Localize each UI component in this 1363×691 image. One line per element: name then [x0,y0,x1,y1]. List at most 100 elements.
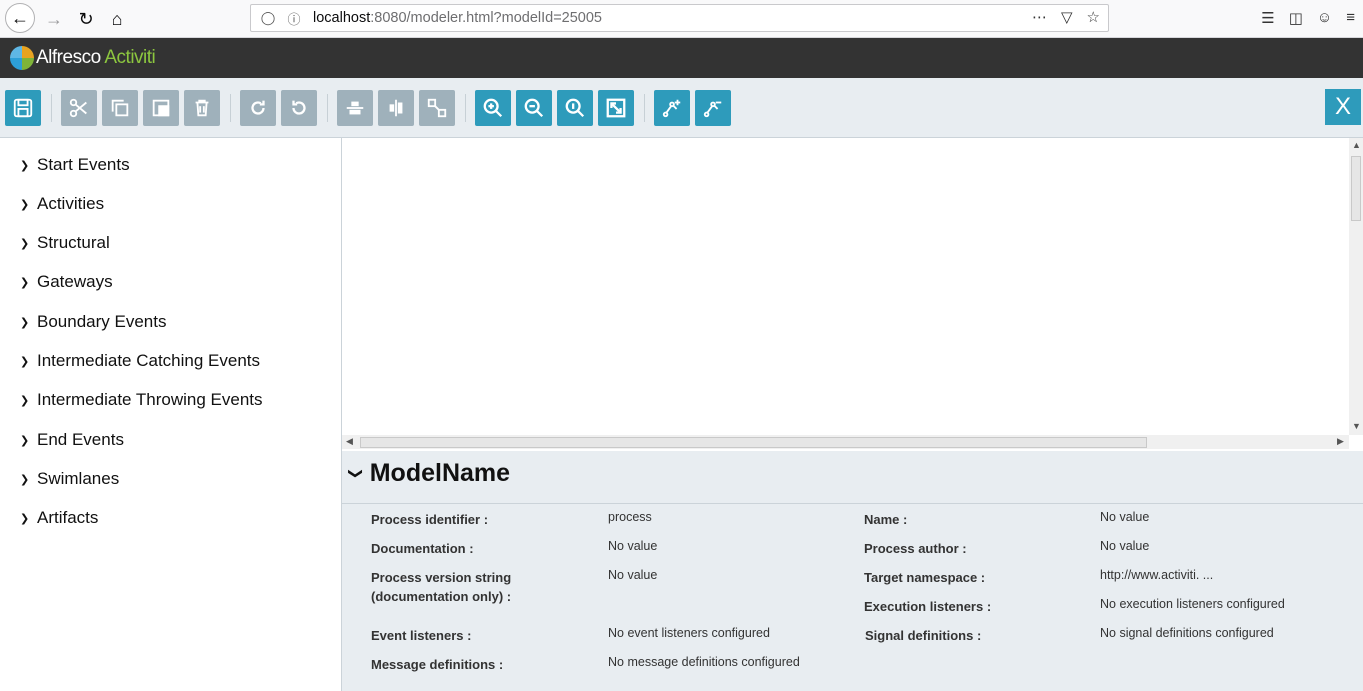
reload-icon[interactable]: ↻ [72,5,100,33]
message-definitions-label: Message definitions : [371,657,504,672]
undo-icon [292,100,306,115]
zoom-in-icon [483,98,503,118]
cut-button[interactable] [61,90,97,126]
align-horizontal-button[interactable] [337,90,373,126]
star-icon[interactable]: ☆ [1087,8,1100,26]
library-icon[interactable]: ☰ [1261,9,1274,27]
model-name: ModelName [369,459,511,487]
zoom-out-button[interactable] [516,90,552,126]
chevron-right-icon: ❯ [20,276,30,289]
bendpoint-add-icon [662,99,681,118]
property-panel-header[interactable]: ❯ ModelName [347,459,511,488]
account-icon[interactable]: ☺ [1317,9,1332,27]
url-bar[interactable]: ◯ ⓘ localhost:8080/modeler.html?modelId=… [250,4,1109,32]
name-label: Name : [864,512,908,527]
target-namespace-label: Target namespace : [864,570,986,585]
palette-group-end-events[interactable]: ❯ End Events [20,430,124,450]
app-header: Alfresco Activiti [0,38,1363,78]
zoom-actual-icon [565,98,585,118]
vertical-scroll-thumb[interactable] [1351,156,1361,221]
align-vertical-icon [389,99,403,117]
execution-listeners-value[interactable]: No execution listeners configured [1100,595,1285,614]
divider [342,503,1363,504]
editor-toolbar: X [0,78,1363,138]
palette-group-artifacts[interactable]: ❯ Artifacts [20,508,98,528]
browser-toolbar: ← → ↻ ⌂ ◯ ⓘ localhost:8080/modeler.html?… [0,0,1363,38]
remove-bendpoint-button[interactable] [695,90,731,126]
chevron-right-icon: ❯ [20,355,30,368]
process-version-value[interactable]: No value [608,566,657,585]
signal-definitions-value[interactable]: No signal definitions configured [1100,624,1274,643]
horizontal-scroll-thumb[interactable] [360,437,1147,448]
copy-button[interactable] [102,90,138,126]
zoom-in-button[interactable] [475,90,511,126]
chevron-right-icon: ❯ [20,198,30,211]
shape-palette: ❯ Start Events ❯ Activities ❯ Structural ❯ G… [0,138,342,691]
chevron-right-icon: ❯ [20,159,30,172]
palette-group-intermediate-catching-events[interactable]: ❯ Intermediate Catching Events [20,351,260,371]
process-author-value[interactable]: No value [1100,537,1149,556]
save-button[interactable] [5,90,41,126]
process-identifier-label: Process identifier : [371,512,489,527]
copy-icon [111,99,129,117]
zoom-out-icon [524,98,544,118]
event-listeners-value[interactable]: No event listeners configured [608,624,770,643]
event-listeners-label: Event listeners : [371,628,472,643]
message-definitions-value[interactable]: No message definitions configured [608,653,800,672]
horizontal-scrollbar[interactable]: ◀ ▶ [342,435,1349,449]
vertical-scrollbar[interactable]: ▲ ▼ [1349,138,1363,435]
scroll-down-icon[interactable]: ▼ [1352,421,1361,431]
scissors-icon [69,98,87,118]
palette-group-start-events[interactable]: ❯ Start Events [20,155,130,175]
property-panel: ❯ ModelName Process identifier : process… [342,451,1363,691]
palette-group-boundary-events[interactable]: ❯ Boundary Events [20,312,166,332]
delete-button[interactable] [184,90,220,126]
documentation-label: Documentation : [371,541,474,556]
palette-group-swimlanes[interactable]: ❯ Swimlanes [20,469,119,489]
menu-icon[interactable]: ≡ [1346,9,1355,27]
diagram-canvas[interactable]: ▲ ▼ ◀ ▶ [342,138,1363,451]
target-namespace-value[interactable]: http://www.activiti. ... [1100,566,1213,585]
logo-icon [10,46,34,70]
execution-listeners-label: Execution listeners : [864,599,992,614]
back-icon[interactable]: ← [5,3,35,33]
zoom-fit-icon [606,98,626,118]
chevron-right-icon: ❯ [20,394,30,407]
scroll-right-icon[interactable]: ▶ [1337,436,1344,447]
signal-definitions-label: Signal definitions : [865,628,982,643]
info-icon[interactable]: ⓘ [285,9,303,28]
palette-group-structural[interactable]: ❯ Structural [20,233,110,253]
paste-button[interactable] [143,90,179,126]
pocket-icon[interactable]: ▽ [1061,8,1073,26]
zoom-fit-button[interactable] [598,90,634,126]
home-icon[interactable]: ⌂ [103,5,131,33]
shield-icon[interactable]: ◯ [259,10,277,26]
process-author-label: Process author : [864,541,967,556]
zoom-actual-button[interactable] [557,90,593,126]
more-icon[interactable]: ⋯ [1032,8,1047,26]
palette-group-gateways[interactable]: ❯ Gateways [20,272,113,292]
scroll-left-icon[interactable]: ◀ [346,436,353,447]
chevron-down-icon[interactable]: ❯ [347,468,364,480]
documentation-value[interactable]: No value [608,537,657,556]
forward-icon[interactable]: → [40,5,68,33]
undo-button[interactable] [281,90,317,126]
palette-group-activities[interactable]: ❯ Activities [20,194,104,214]
close-button[interactable]: X [1325,89,1361,125]
same-size-icon [427,98,447,118]
chevron-right-icon: ❯ [20,237,30,250]
redo-icon [251,100,265,115]
same-size-button[interactable] [419,90,455,126]
paste-icon [152,99,170,117]
palette-group-intermediate-throwing-events[interactable]: ❯ Intermediate Throwing Events [20,390,263,410]
scroll-up-icon[interactable]: ▲ [1352,140,1361,150]
sidebar-icon[interactable]: ◫ [1289,9,1303,27]
align-vertical-button[interactable] [378,90,414,126]
name-value[interactable]: No value [1100,508,1149,527]
brand-secondary: Activiti [104,47,156,68]
redo-button[interactable] [240,90,276,126]
trash-icon [195,99,209,117]
chevron-right-icon: ❯ [20,473,30,486]
add-bendpoint-button[interactable] [654,90,690,126]
process-identifier-value[interactable]: process [608,508,652,527]
